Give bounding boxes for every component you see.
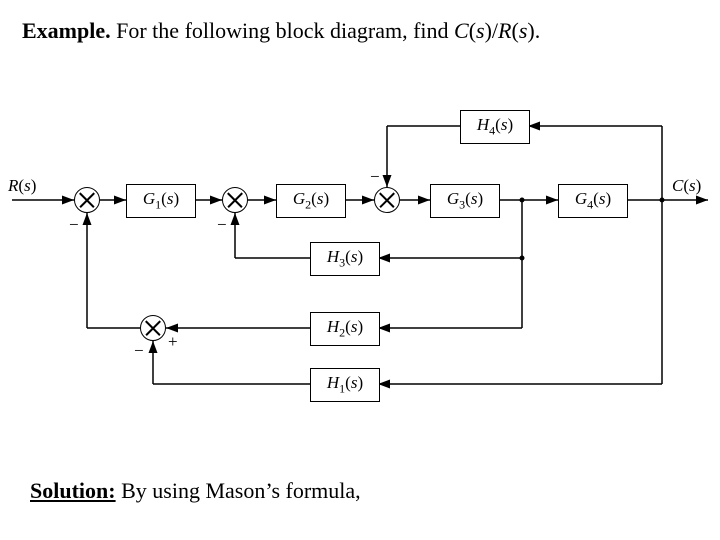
example-prompt: Example. For the following block diagram… xyxy=(22,18,540,44)
block-h4: H4(s) xyxy=(460,110,530,144)
ratio-C: C xyxy=(454,18,469,43)
openp2: ( xyxy=(512,18,519,43)
closep2: ). xyxy=(527,18,540,43)
ratio-R: R xyxy=(498,18,511,43)
sum-s1 xyxy=(74,187,100,213)
solution-line: Solution: By using Mason’s formula, xyxy=(30,478,361,504)
example-text: For the following block diagram, find xyxy=(111,18,454,43)
ratio-s1: s xyxy=(476,18,485,43)
input-label: R(s) xyxy=(8,176,36,196)
block-h2: H2(s) xyxy=(310,312,380,346)
openp1: ( xyxy=(469,18,476,43)
solution-bold: Solution: xyxy=(30,478,116,503)
s1-minus: − xyxy=(69,216,79,233)
block-h3: H3(s) xyxy=(310,242,380,276)
block-g1: G1(s) xyxy=(126,184,196,218)
s3-minus: − xyxy=(370,168,380,185)
block-g4: G4(s) xyxy=(558,184,628,218)
block-h1: H1(s) xyxy=(310,368,380,402)
block-diagram: R(s) C(s) − − − + − G1(s) G2(s) G3(s) G4… xyxy=(12,90,708,450)
s4-plus: + xyxy=(168,333,178,350)
sum-s3 xyxy=(374,187,400,213)
closep1: )/ xyxy=(485,18,498,43)
block-g2: G2(s) xyxy=(276,184,346,218)
s4-minus: − xyxy=(134,342,144,359)
sum-s4 xyxy=(140,315,166,341)
sum-s2 xyxy=(222,187,248,213)
block-g3: G3(s) xyxy=(430,184,500,218)
s2-minus: − xyxy=(217,216,227,233)
output-label: C(s) xyxy=(672,176,701,196)
example-bold: Example. xyxy=(22,18,111,43)
solution-text: By using Mason’s formula, xyxy=(116,478,361,503)
